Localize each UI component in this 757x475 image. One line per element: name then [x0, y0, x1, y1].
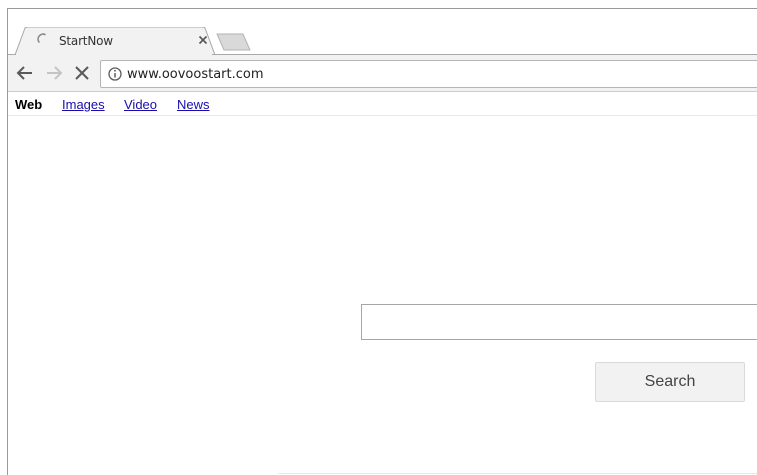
browser-toolbar [8, 55, 757, 92]
tab-strip: StartNow [8, 9, 757, 55]
browser-window: StartNow www.oovoostart.com Web Images V… [7, 8, 757, 475]
search-button[interactable]: Search [595, 362, 745, 402]
nav-images-link[interactable]: Images [62, 97, 105, 112]
page-content: Web Images Video News Search [8, 92, 757, 475]
tab-title: StartNow [59, 34, 113, 48]
nav-web: Web [15, 97, 43, 112]
address-bar[interactable] [100, 60, 757, 88]
back-arrow-icon[interactable] [14, 62, 36, 84]
nav-news-link[interactable]: News [177, 97, 210, 112]
nav-video-link[interactable]: Video [124, 97, 157, 112]
stop-loading-icon[interactable] [71, 62, 93, 84]
search-type-nav: Web Images Video News [8, 92, 757, 116]
info-icon[interactable] [108, 67, 122, 81]
forward-arrow-icon[interactable] [43, 62, 65, 84]
tab-close-icon[interactable] [197, 34, 209, 46]
loading-spinner-icon [37, 33, 46, 43]
url-input[interactable] [127, 65, 727, 83]
new-tab-button[interactable] [216, 33, 252, 51]
tab-startnow[interactable]: StartNow [15, 27, 215, 55]
search-input[interactable] [361, 304, 757, 340]
